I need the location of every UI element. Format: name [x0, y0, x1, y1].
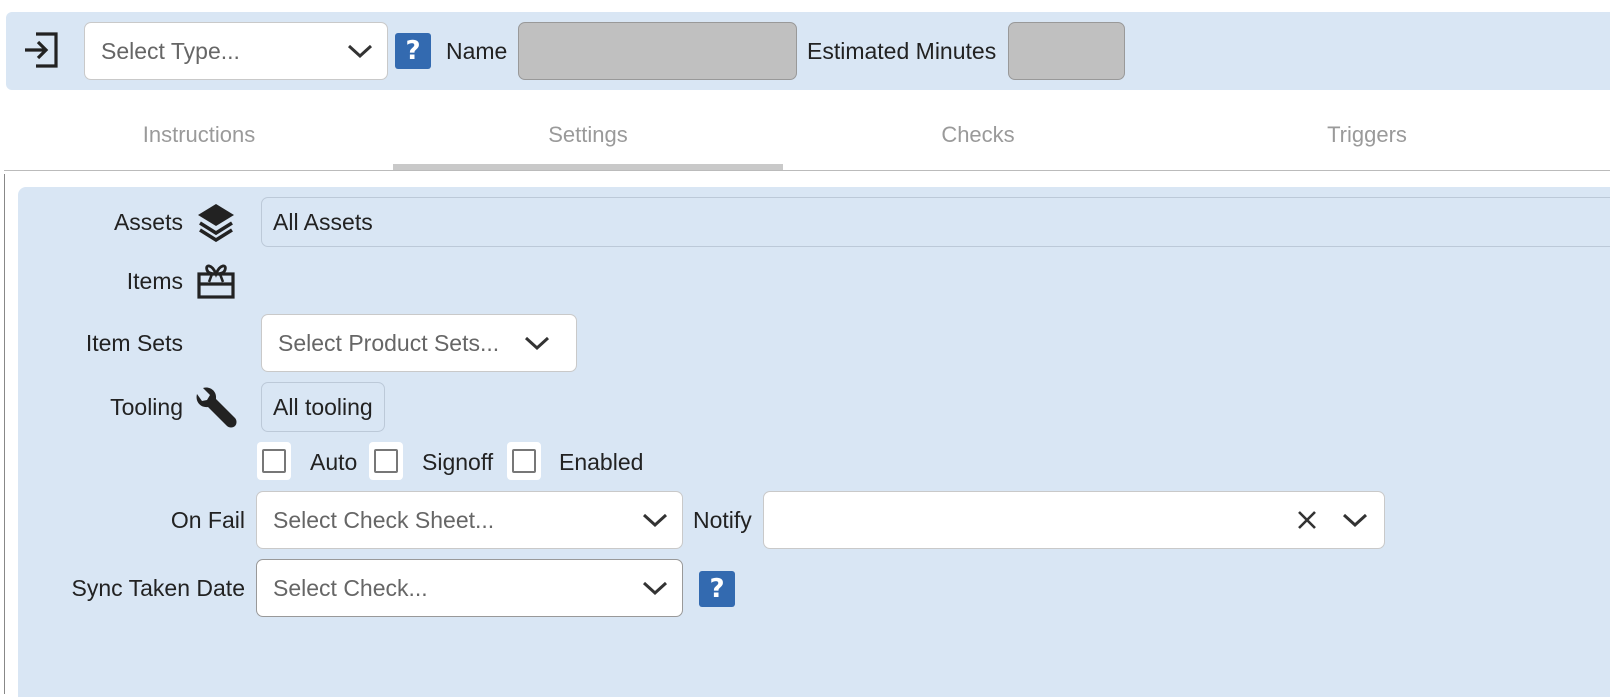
chevron-down-icon [642, 513, 668, 528]
tab-triggers[interactable]: Triggers [1172, 100, 1562, 170]
items-label: Items [126, 268, 183, 294]
help-icon[interactable]: ? [395, 33, 431, 69]
enabled-label: Enabled [559, 449, 644, 475]
enabled-checkbox[interactable] [507, 442, 541, 480]
type-select-placeholder: Select Type... [101, 37, 240, 64]
assets-label: Assets [113, 209, 183, 235]
wrench-icon [196, 387, 237, 428]
chevron-down-icon [524, 336, 550, 351]
notify-select[interactable] [763, 491, 1385, 549]
item-sets-label: Item Sets [85, 330, 183, 356]
type-select[interactable]: Select Type... [84, 22, 388, 80]
auto-checkbox[interactable] [257, 442, 291, 480]
on-fail-placeholder: Select Check Sheet... [273, 506, 495, 533]
estimated-minutes-label: Estimated Minutes [807, 38, 997, 64]
tooling-field[interactable]: All tooling [261, 382, 385, 432]
clear-x-icon[interactable] [1296, 509, 1318, 531]
estimated-minutes-field[interactable] [1008, 22, 1125, 80]
tab-settings[interactable]: Settings [393, 100, 783, 170]
notify-label: Notify [693, 507, 752, 533]
on-fail-select[interactable]: Select Check Sheet... [256, 491, 683, 549]
on-fail-label: On Fail [170, 507, 245, 533]
layers-icon [198, 204, 234, 242]
sync-check-select[interactable]: Select Check... [256, 559, 683, 617]
name-field[interactable] [518, 22, 797, 80]
signoff-checkbox[interactable] [369, 442, 403, 480]
signoff-label: Signoff [422, 449, 494, 475]
chevron-down-icon [347, 44, 373, 59]
auto-label: Auto [310, 449, 358, 475]
assets-field[interactable]: All Assets [261, 197, 1610, 247]
chevron-down-icon[interactable] [1342, 512, 1368, 528]
tab-checks[interactable]: Checks [783, 100, 1173, 170]
help-icon[interactable]: ? [699, 571, 735, 607]
left-border [4, 174, 5, 694]
item-sets-placeholder: Select Product Sets... [278, 329, 500, 356]
chevron-down-icon [642, 581, 668, 596]
name-label: Name [446, 38, 508, 64]
sync-check-placeholder: Select Check... [273, 574, 428, 601]
settings-panel [18, 187, 1610, 697]
tooling-label: Tooling [110, 394, 183, 420]
tabs-divider [4, 170, 1610, 171]
tab-instructions[interactable]: Instructions [4, 100, 394, 170]
login-icon[interactable] [22, 30, 62, 70]
item-sets-select[interactable]: Select Product Sets... [261, 314, 577, 372]
sync-taken-date-label: Sync Taken Date [71, 575, 245, 601]
gift-icon [197, 264, 235, 299]
tab-bar: Instructions Settings Checks Triggers [4, 100, 1610, 172]
